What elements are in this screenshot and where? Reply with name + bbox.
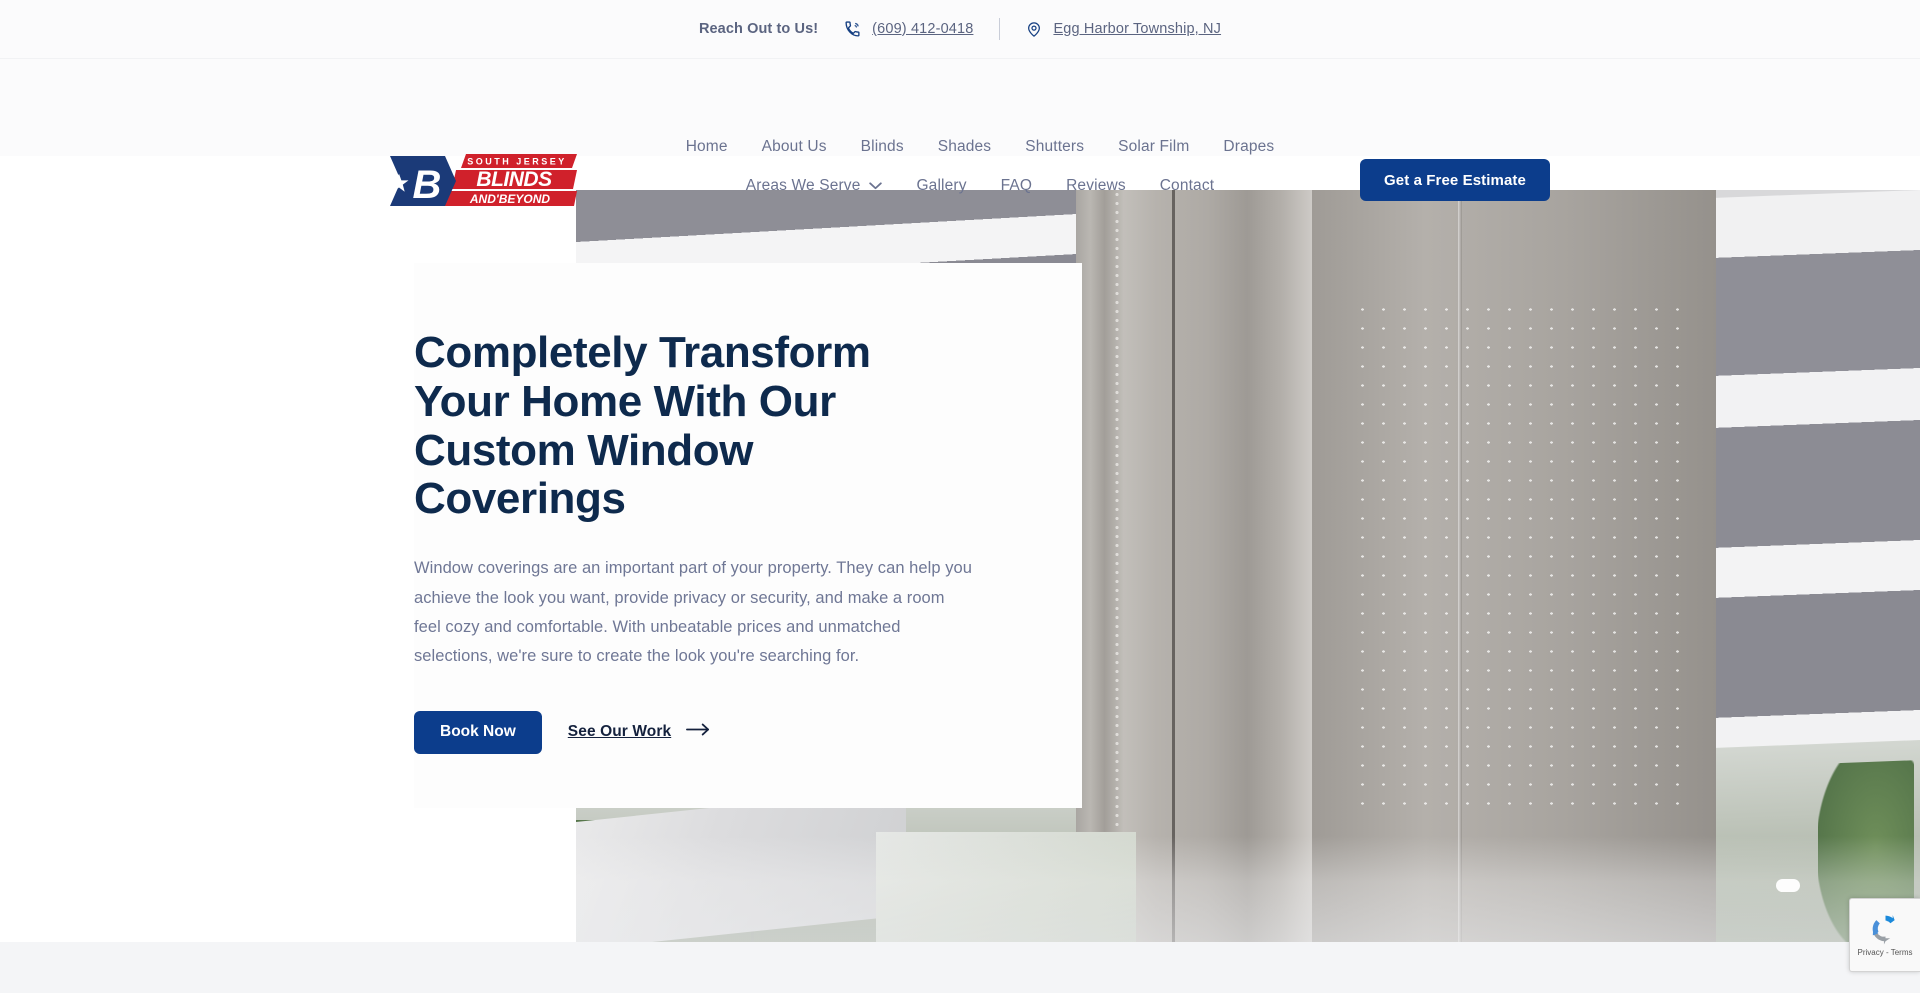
see-our-work-link[interactable]: See Our Work <box>568 723 710 741</box>
nav-item-faq[interactable]: FAQ <box>984 173 1049 199</box>
location-text: Egg Harbor Township, NJ <box>1053 21 1222 37</box>
primary-navigation: Home About Us Blinds Shades Shutters Sol… <box>620 134 1340 199</box>
nav-areas-label: Areas We Serve <box>745 177 861 194</box>
footer-strip <box>0 942 1920 993</box>
map-pin-icon <box>1026 21 1042 38</box>
nav-item-drapes[interactable]: Drapes <box>1206 134 1291 160</box>
see-our-work-label: See Our Work <box>567 723 672 741</box>
recaptcha-label: Privacy - Terms <box>1857 948 1913 957</box>
svg-text:B: B <box>413 163 442 207</box>
hero-heading: Completely Transform Your Home With Our … <box>414 328 871 524</box>
hero-paragraph: Window coverings are an important part o… <box>414 559 972 666</box>
book-now-button[interactable]: Book Now <box>414 710 542 754</box>
phone-link[interactable]: (609) 412-0418 <box>844 20 974 38</box>
nav-item-blinds[interactable]: Blinds <box>844 134 921 160</box>
nav-item-gallery[interactable]: Gallery <box>899 173 983 199</box>
chevron-down-icon <box>869 177 883 195</box>
nav-row-primary: Home About Us Blinds Shades Shutters Sol… <box>620 134 1340 160</box>
arrow-right-icon <box>686 723 710 741</box>
panel-seam <box>1172 190 1175 942</box>
carousel-indicator[interactable] <box>1776 879 1800 892</box>
hero-content-card: Completely Transform Your Home With Our … <box>414 263 1082 808</box>
bead-chain <box>1112 190 1122 942</box>
site-header: SOUTH JERSEY BLINDS AND'BEYOND B Home Ab… <box>0 59 1920 207</box>
phone-number-text: (609) 412-0418 <box>872 21 974 37</box>
nav-item-areas-we-serve[interactable]: Areas We Serve <box>729 173 900 199</box>
site-logo[interactable]: SOUTH JERSEY BLINDS AND'BEYOND B <box>381 152 577 208</box>
logo-artwork: SOUTH JERSEY BLINDS AND'BEYOND B <box>389 154 577 207</box>
topbar-divider <box>999 18 1001 40</box>
top-utility-bar: Reach Out to Us! (609) 412-0418 Egg Harb… <box>0 0 1920 59</box>
phone-ring-icon <box>844 20 861 38</box>
hero-section: Completely Transform Your Home With Our … <box>0 156 1920 942</box>
nav-item-reviews[interactable]: Reviews <box>1049 173 1143 199</box>
svg-text:AND'BEYOND: AND'BEYOND <box>469 192 551 206</box>
top-utility-bar-inner: Reach Out to Us! (609) 412-0418 Egg Harb… <box>699 18 1221 40</box>
shade-panel-right <box>1312 190 1716 942</box>
zebra-shade-far-right <box>1716 190 1920 942</box>
get-free-estimate-button[interactable]: Get a Free Estimate <box>1360 159 1550 201</box>
nav-item-shutters[interactable]: Shutters <box>1008 134 1101 160</box>
nav-item-about-us[interactable]: About Us <box>745 134 844 160</box>
location-link[interactable]: Egg Harbor Township, NJ <box>1026 21 1221 38</box>
recaptcha-badge[interactable]: Privacy - Terms <box>1849 898 1920 972</box>
svg-text:BLINDS: BLINDS <box>476 168 552 191</box>
page-root: Reach Out to Us! (609) 412-0418 Egg Harb… <box>0 0 1920 993</box>
recaptcha-icon <box>1869 912 1902 945</box>
nav-item-shades[interactable]: Shades <box>921 134 1008 160</box>
nav-item-contact[interactable]: Contact <box>1143 173 1231 199</box>
shade-panel-middle <box>1076 190 1314 942</box>
nav-item-home[interactable]: Home <box>669 134 745 160</box>
reach-out-label: Reach Out to Us! <box>698 21 819 37</box>
perforation-dots <box>1352 300 1696 810</box>
nav-item-solar-film[interactable]: Solar Film <box>1101 134 1206 160</box>
svg-text:SOUTH JERSEY: SOUTH JERSEY <box>467 157 567 167</box>
window-glass-pane <box>876 832 1136 942</box>
hero-actions: Book Now See Our Work <box>414 710 1082 754</box>
nav-row-secondary: Areas We Serve Gallery FAQ Reviews Conta… <box>620 173 1340 199</box>
